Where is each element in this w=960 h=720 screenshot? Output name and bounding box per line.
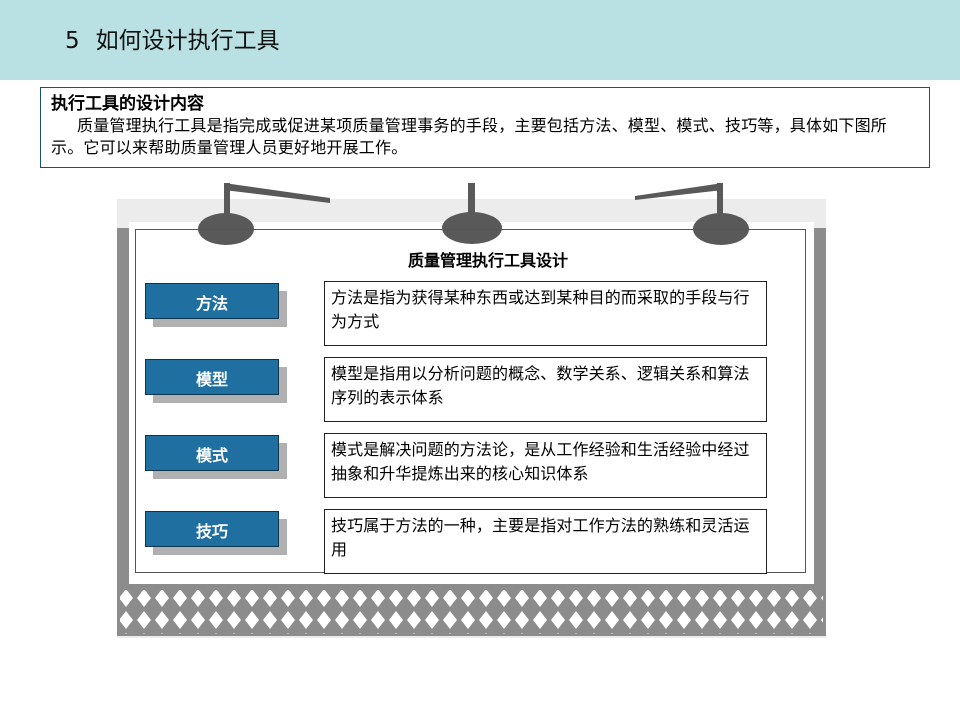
description-method: 方法是指为获得某种东西或达到某种目的而采取的手段与行为方式 xyxy=(324,281,767,346)
lattice-fence xyxy=(117,587,826,636)
description-model: 模型是指用以分析问题的概念、数学关系、逻辑关系和算法序列的表示体系 xyxy=(324,357,767,422)
label-pattern: 模式 xyxy=(145,435,279,471)
label-technique: 技巧 xyxy=(145,511,279,547)
label-method: 方法 xyxy=(145,283,279,319)
label-model: 模型 xyxy=(145,359,279,395)
description-pattern: 模式是解决问题的方法论，是从工作经验和生活经验中经过抽象和升华提炼出来的核心知识… xyxy=(324,433,767,498)
description-technique: 技巧属于方法的一种，主要是指对工作方法的熟练和灵活运用 xyxy=(324,509,767,574)
diagram-title: 质量管理执行工具设计 xyxy=(407,251,568,270)
